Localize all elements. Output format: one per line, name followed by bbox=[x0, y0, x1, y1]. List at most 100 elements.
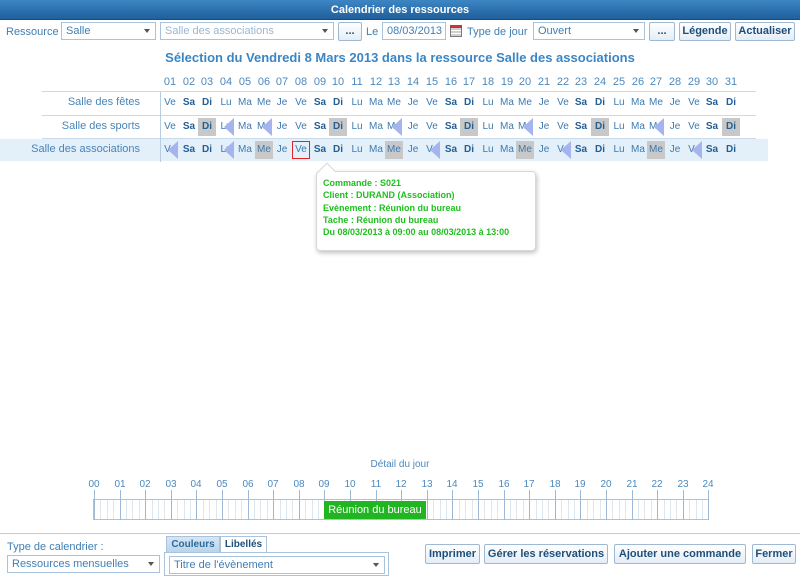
calendar-day-cell[interactable]: Je bbox=[273, 141, 291, 159]
calendar-day-cell[interactable]: Ma bbox=[629, 94, 647, 112]
calendar-day-cell[interactable]: Je bbox=[666, 94, 684, 112]
calendar-day-cell[interactable]: Di bbox=[198, 94, 216, 112]
close-button[interactable]: Fermer bbox=[752, 544, 796, 564]
calendar-day-cell[interactable]: Ma bbox=[498, 94, 516, 112]
resource-name-select[interactable]: Salle des associations bbox=[160, 22, 334, 40]
calendar-day-cell[interactable]: Ma bbox=[629, 118, 647, 136]
calendar-day-cell[interactable]: Je bbox=[535, 118, 553, 136]
event-block[interactable]: Réunion du bureau bbox=[324, 501, 426, 519]
daytype-select[interactable]: Ouvert bbox=[533, 22, 645, 40]
booking-marker[interactable] bbox=[262, 118, 272, 136]
booking-marker[interactable] bbox=[561, 141, 571, 159]
print-button[interactable]: Imprimer bbox=[425, 544, 480, 564]
calendar-day-cell[interactable]: Ve bbox=[423, 118, 441, 136]
calendar-day-cell[interactable]: Me bbox=[255, 94, 273, 112]
calendar-day-cell[interactable]: Ve bbox=[554, 94, 572, 112]
calendar-day-cell[interactable]: Di bbox=[460, 94, 478, 112]
calendar-day-cell[interactable]: Di bbox=[198, 141, 216, 159]
calendar-day-cell[interactable]: Me bbox=[385, 94, 403, 112]
booking-marker[interactable] bbox=[392, 118, 402, 136]
calendar-day-cell[interactable]: Je bbox=[666, 141, 684, 159]
calendar-day-cell[interactable]: Ve bbox=[685, 94, 703, 112]
calendar-day-cell[interactable]: Ma bbox=[236, 94, 254, 112]
calendar-day-cell[interactable]: Ma bbox=[498, 118, 516, 136]
calendar-day-cell[interactable]: Sa bbox=[442, 141, 460, 159]
calendar-day-cell[interactable]: Me bbox=[647, 94, 665, 112]
calendar-type-select[interactable]: Ressources mensuelles bbox=[7, 555, 160, 573]
calendar-day-cell[interactable]: Di bbox=[329, 118, 347, 136]
calendar-day-cell[interactable]: Je bbox=[404, 118, 422, 136]
calendar-day-cell[interactable]: Sa bbox=[703, 94, 721, 112]
resource-row-label[interactable]: Salle des fêtes bbox=[0, 96, 140, 108]
calendar-day-cell[interactable]: Ma bbox=[367, 141, 385, 159]
booking-marker[interactable] bbox=[168, 141, 178, 159]
calendar-day-cell[interactable]: Ve bbox=[292, 141, 310, 159]
calendar-day-cell[interactable]: Sa bbox=[442, 94, 460, 112]
calendar-day-cell[interactable]: Lu bbox=[479, 118, 497, 136]
calendar-day-cell[interactable]: Ma bbox=[367, 94, 385, 112]
calendar-day-cell[interactable]: Sa bbox=[572, 94, 590, 112]
calendar-day-cell[interactable]: Sa bbox=[703, 141, 721, 159]
calendar-day-cell[interactable]: Di bbox=[591, 118, 609, 136]
tab-colors[interactable]: Couleurs bbox=[166, 536, 220, 553]
calendar-day-cell[interactable]: Ve bbox=[161, 94, 179, 112]
resource-more-button[interactable]: ... bbox=[338, 22, 362, 41]
calendar-day-cell[interactable]: Je bbox=[273, 94, 291, 112]
calendar-day-cell[interactable]: Je bbox=[535, 141, 553, 159]
calendar-day-cell[interactable]: Ve bbox=[161, 118, 179, 136]
calendar-day-cell[interactable]: Di bbox=[591, 94, 609, 112]
calendar-day-cell[interactable]: Lu bbox=[610, 118, 628, 136]
calendar-day-cell[interactable]: Lu bbox=[610, 141, 628, 159]
booking-marker[interactable] bbox=[430, 141, 440, 159]
calendar-day-cell[interactable]: Lu bbox=[479, 94, 497, 112]
calendar-day-cell[interactable]: Di bbox=[591, 141, 609, 159]
calendar-day-cell[interactable]: Me bbox=[516, 94, 534, 112]
calendar-day-cell[interactable]: Di bbox=[329, 94, 347, 112]
calendar-day-cell[interactable]: Di bbox=[460, 141, 478, 159]
calendar-day-cell[interactable]: Lu bbox=[348, 141, 366, 159]
calendar-day-cell[interactable]: Di bbox=[460, 118, 478, 136]
calendar-day-cell[interactable]: Je bbox=[404, 141, 422, 159]
booking-marker[interactable] bbox=[692, 141, 702, 159]
calendar-day-cell[interactable]: Sa bbox=[180, 118, 198, 136]
calendar-day-cell[interactable]: Sa bbox=[311, 94, 329, 112]
calendar-day-cell[interactable]: Ve bbox=[554, 118, 572, 136]
calendar-day-cell[interactable]: Me bbox=[647, 141, 665, 159]
label-field-select[interactable]: Titre de l'évènement bbox=[169, 556, 385, 574]
add-order-button[interactable]: Ajouter une commande bbox=[614, 544, 746, 564]
calendar-day-cell[interactable]: Ma bbox=[629, 141, 647, 159]
legend-button[interactable]: Légende bbox=[679, 22, 731, 41]
calendar-day-cell[interactable]: Ve bbox=[292, 118, 310, 136]
resource-type-select[interactable]: Salle bbox=[61, 22, 156, 40]
booking-marker[interactable] bbox=[654, 118, 664, 136]
calendar-day-cell[interactable]: Ve bbox=[292, 94, 310, 112]
calendar-day-cell[interactable]: Sa bbox=[180, 94, 198, 112]
calendar-day-cell[interactable]: Ve bbox=[685, 118, 703, 136]
calendar-day-cell[interactable]: Ve bbox=[423, 94, 441, 112]
calendar-day-cell[interactable]: Je bbox=[404, 94, 422, 112]
booking-marker[interactable] bbox=[224, 141, 234, 159]
calendar-day-cell[interactable]: Ma bbox=[236, 141, 254, 159]
calendar-day-cell[interactable]: Di bbox=[722, 141, 740, 159]
calendar-day-cell[interactable]: Sa bbox=[703, 118, 721, 136]
date-input[interactable]: 08/03/2013 bbox=[382, 22, 446, 40]
calendar-day-cell[interactable]: Lu bbox=[479, 141, 497, 159]
calendar-day-cell[interactable]: Me bbox=[385, 141, 403, 159]
manage-reservations-button[interactable]: Gérer les réservations bbox=[484, 544, 608, 564]
booking-marker[interactable] bbox=[523, 118, 533, 136]
refresh-button[interactable]: Actualiser bbox=[735, 22, 795, 41]
calendar-day-cell[interactable]: Je bbox=[273, 118, 291, 136]
tab-labels[interactable]: Libellés bbox=[220, 536, 267, 553]
calendar-day-cell[interactable]: Di bbox=[198, 118, 216, 136]
calendar-day-cell[interactable]: Me bbox=[516, 141, 534, 159]
calendar-day-cell[interactable]: Sa bbox=[311, 118, 329, 136]
calendar-day-cell[interactable]: Me bbox=[255, 141, 273, 159]
calendar-day-cell[interactable]: Sa bbox=[442, 118, 460, 136]
calendar-day-cell[interactable]: Di bbox=[329, 141, 347, 159]
daytype-more-button[interactable]: ... bbox=[649, 22, 675, 41]
resource-row-label[interactable]: Salle des associations bbox=[0, 143, 140, 155]
calendar-day-cell[interactable]: Ma bbox=[498, 141, 516, 159]
calendar-day-cell[interactable]: Sa bbox=[311, 141, 329, 159]
calendar-day-cell[interactable]: Ma bbox=[367, 118, 385, 136]
resource-row-label[interactable]: Salle des sports bbox=[0, 120, 140, 132]
